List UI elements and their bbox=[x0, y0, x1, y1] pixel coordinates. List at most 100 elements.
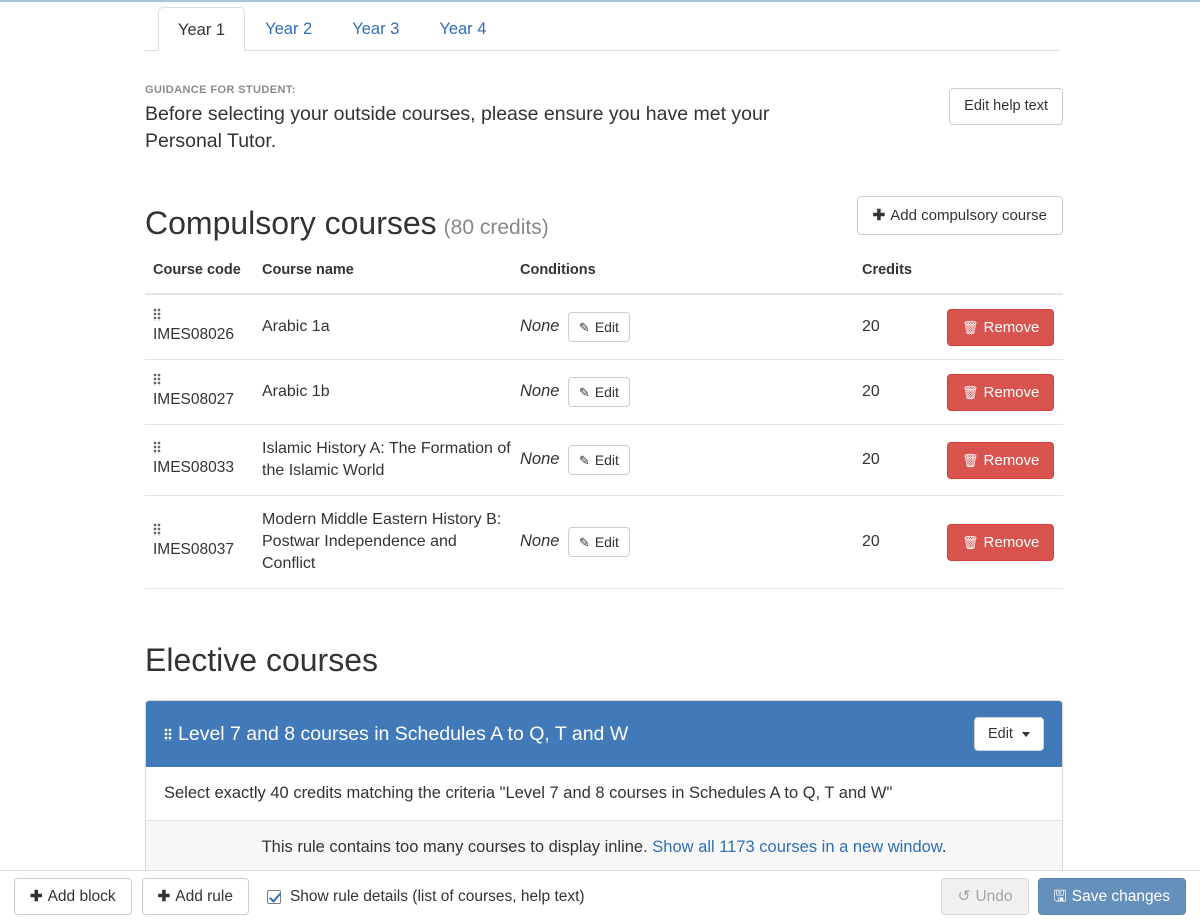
cell-conditions: None ✎ Edit bbox=[520, 495, 862, 589]
tab-year-4[interactable]: Year 4 bbox=[419, 6, 506, 52]
pencil-icon: ✎ bbox=[578, 452, 590, 468]
remove-course-label: Remove bbox=[983, 533, 1040, 551]
checkbox-icon[interactable] bbox=[266, 889, 281, 904]
undo-button[interactable]: ↺ Undo bbox=[941, 877, 1029, 916]
edit-help-text-button[interactable]: Edit help text bbox=[949, 88, 1063, 125]
caret-down-icon bbox=[1022, 731, 1030, 737]
condition-value: None bbox=[520, 532, 560, 551]
rule-inline-note: This rule contains too many courses to d… bbox=[146, 821, 1062, 874]
condition-value: None bbox=[520, 317, 560, 336]
edit-condition-label: Edit bbox=[594, 319, 619, 335]
column-header-course-code: Course code bbox=[145, 261, 262, 295]
edit-help-text-label: Edit help text bbox=[964, 98, 1048, 114]
tab-list: Year 1 Year 2 Year 3 Year 4 bbox=[158, 6, 506, 52]
footer-left-group: ✚ Add block ✚ Add rule Show rule details… bbox=[14, 877, 585, 916]
condition-value: None bbox=[520, 382, 560, 401]
table-header-row: Course code Course name Conditions Credi… bbox=[145, 261, 1063, 295]
cell-credits: 20 bbox=[862, 294, 947, 360]
remove-course-button[interactable]: 🗑 Remove bbox=[947, 308, 1055, 346]
cell-course-name: Arabic 1a bbox=[262, 294, 520, 360]
add-block-button[interactable]: ✚ Add block bbox=[14, 877, 132, 916]
rule-panel-header: Level 7 and 8 courses in Schedules A to … bbox=[146, 701, 1062, 767]
remove-course-button[interactable]: 🗑 Remove bbox=[947, 441, 1055, 479]
edit-condition-label: Edit bbox=[594, 384, 619, 400]
add-compulsory-course-button[interactable]: ✚ Add compulsory course bbox=[856, 196, 1063, 235]
column-header-conditions: Conditions bbox=[520, 261, 862, 295]
compulsory-header: Compulsory courses (80 credits) ✚ Add com… bbox=[145, 196, 1063, 239]
course-code-text: IMES08033 bbox=[153, 459, 234, 476]
remove-course-button[interactable]: 🗑 Remove bbox=[947, 373, 1055, 411]
column-header-credits: Credits bbox=[862, 261, 947, 295]
cell-course-code: IMES08033 bbox=[145, 424, 262, 496]
table-row: IMES08026 Arabic 1a None ✎ Edit 20 🗑 Rem… bbox=[145, 294, 1063, 360]
cell-course-name: Islamic History A: The Formation of the … bbox=[262, 424, 520, 496]
cell-credits: 20 bbox=[862, 359, 947, 425]
table-row: IMES08027 Arabic 1b None ✎ Edit 20 🗑 Rem… bbox=[145, 359, 1063, 425]
elective-title: Elective courses bbox=[145, 642, 378, 678]
rule-heading: Level 7 and 8 courses in Schedules A to … bbox=[178, 722, 629, 745]
edit-condition-button[interactable]: ✎ Edit bbox=[567, 377, 630, 407]
plus-icon: ✚ bbox=[157, 888, 171, 905]
show-all-courses-link[interactable]: Show all 1173 courses in a new window bbox=[652, 838, 942, 856]
save-changes-button[interactable]: 🖫 Save changes bbox=[1037, 877, 1186, 916]
cell-course-name: Modern Middle Eastern History B: Postwar… bbox=[262, 495, 520, 589]
drag-handle-icon[interactable] bbox=[153, 308, 161, 321]
elective-rule-panel: Level 7 and 8 courses in Schedules A to … bbox=[145, 700, 1063, 875]
trash-icon: 🗑 bbox=[962, 452, 979, 468]
edit-condition-button[interactable]: ✎ Edit bbox=[567, 445, 630, 475]
drag-handle-icon[interactable] bbox=[153, 523, 161, 536]
table-row: IMES08033 Islamic History A: The Formati… bbox=[145, 424, 1063, 496]
cell-conditions: None ✎ Edit bbox=[520, 294, 862, 360]
compulsory-title-text: Compulsory courses bbox=[145, 205, 437, 241]
edit-condition-label: Edit bbox=[594, 452, 619, 468]
drag-handle-icon[interactable] bbox=[153, 441, 161, 454]
remove-course-label: Remove bbox=[983, 451, 1040, 469]
table-row: IMES08037 Modern Middle Eastern History … bbox=[145, 495, 1063, 589]
edit-condition-button[interactable]: ✎ Edit bbox=[567, 312, 630, 342]
rule-edit-dropdown-button[interactable]: Edit bbox=[973, 717, 1044, 751]
drag-handle-icon[interactable] bbox=[153, 373, 161, 386]
add-compulsory-course-label: Add compulsory course bbox=[890, 207, 1047, 224]
drag-handle-icon[interactable] bbox=[164, 727, 172, 741]
course-code-text: IMES08037 bbox=[153, 541, 234, 558]
tab-year-3[interactable]: Year 3 bbox=[332, 6, 419, 52]
cell-conditions: None ✎ Edit bbox=[520, 424, 862, 496]
action-footer: ✚ Add block ✚ Add rule Show rule details… bbox=[0, 870, 1200, 922]
rule-description: Select exactly 40 credits matching the c… bbox=[146, 767, 1062, 821]
remove-course-button[interactable]: 🗑 Remove bbox=[947, 523, 1055, 561]
course-code-text: IMES08026 bbox=[153, 326, 234, 343]
cell-course-code: IMES08026 bbox=[145, 294, 262, 360]
plus-icon: ✚ bbox=[30, 888, 43, 905]
cell-conditions: None ✎ Edit bbox=[520, 359, 862, 425]
plus-icon: ✚ bbox=[872, 207, 886, 224]
cell-course-code: IMES08037 bbox=[145, 495, 262, 589]
compulsory-courses-table: Course code Course name Conditions Credi… bbox=[145, 261, 1063, 589]
table-head: Course code Course name Conditions Credi… bbox=[145, 261, 1063, 295]
cell-actions: 🗑 Remove bbox=[947, 424, 1063, 496]
condition-value: None bbox=[520, 450, 560, 469]
tab-year-1[interactable]: Year 1 bbox=[158, 6, 246, 52]
pencil-icon: ✎ bbox=[578, 319, 590, 335]
remove-course-label: Remove bbox=[983, 318, 1040, 336]
main-content: GUIDANCE FOR STUDENT: Before selecting y… bbox=[145, 51, 1063, 875]
show-rule-details-checkbox-wrap[interactable]: Show rule details (list of courses, help… bbox=[266, 887, 585, 906]
tab-year-2[interactable]: Year 2 bbox=[245, 6, 332, 52]
compulsory-title: Compulsory courses (80 credits) bbox=[145, 207, 549, 239]
compulsory-credits: (80 credits) bbox=[443, 216, 549, 239]
trash-icon: 🗑 bbox=[962, 319, 979, 335]
year-tabs: Year 1 Year 2 Year 3 Year 4 bbox=[0, 2, 1200, 52]
cell-course-name: Arabic 1b bbox=[262, 359, 520, 425]
guidance-label: GUIDANCE FOR STUDENT: bbox=[145, 84, 296, 96]
save-changes-label: Save changes bbox=[1071, 887, 1170, 905]
undo-icon: ↺ bbox=[957, 887, 971, 905]
trash-icon: 🗑 bbox=[962, 534, 979, 550]
column-header-course-name: Course name bbox=[262, 261, 520, 295]
rule-note-prefix: This rule contains too many courses to d… bbox=[261, 838, 648, 856]
add-rule-button[interactable]: ✚ Add rule bbox=[141, 877, 249, 916]
show-rule-details-label: Show rule details (list of courses, help… bbox=[289, 887, 585, 905]
cell-actions: 🗑 Remove bbox=[947, 495, 1063, 589]
edit-condition-button[interactable]: ✎ Edit bbox=[567, 527, 630, 557]
table-body: IMES08026 Arabic 1a None ✎ Edit 20 🗑 Rem… bbox=[145, 294, 1063, 589]
column-header-actions bbox=[947, 261, 1063, 295]
footer-right-group: ↺ Undo 🖫 Save changes bbox=[941, 877, 1186, 916]
